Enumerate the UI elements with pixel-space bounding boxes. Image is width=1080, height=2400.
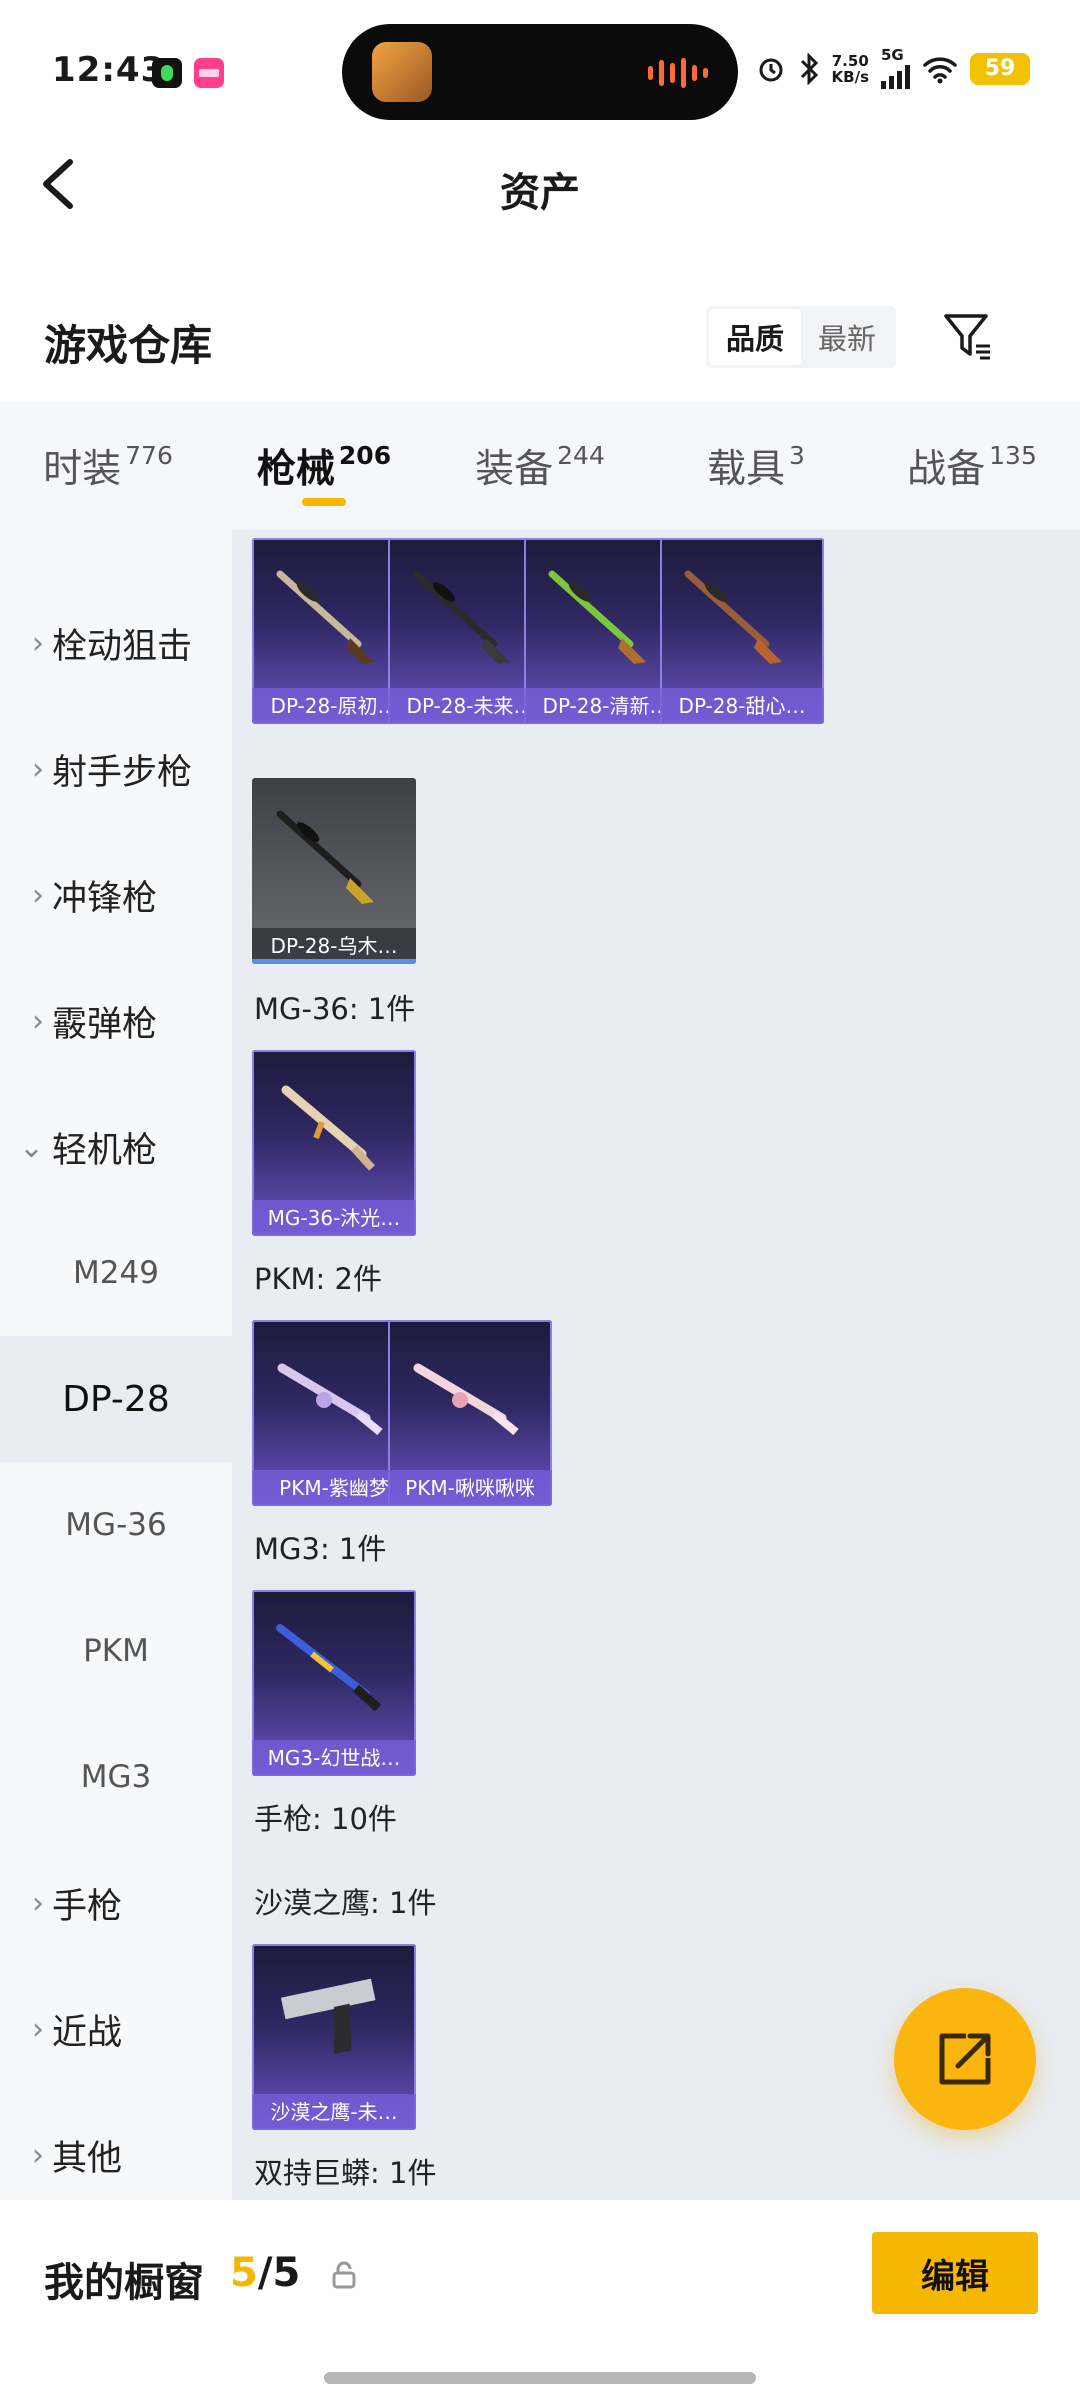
item-grid: DP-28-原初… DP-28-未来… DP-28-清新… DP-28-甜心… …: [232, 530, 1080, 2200]
sidebar-item-lmg[interactable]: ⌄ 轻机枪: [0, 1084, 232, 1210]
notification-app-icon: [194, 58, 224, 88]
showcase-count: 5/5: [230, 2250, 301, 2296]
group-label: MG3: 1件: [254, 1532, 387, 1566]
sidebar-item-melee[interactable]: › 近战: [0, 1966, 232, 2092]
weapon-card[interactable]: DP-28-乌木…: [252, 778, 416, 964]
sort-newest-button[interactable]: 最新: [801, 309, 893, 365]
warehouse-header: 游戏仓库 品质 最新: [0, 290, 1080, 390]
chevron-right-icon: ›: [32, 2137, 44, 2173]
lmg-weapon-icon: [276, 1624, 382, 1712]
chevron-right-icon: ›: [32, 1885, 44, 1921]
lmg-weapon-icon: [412, 570, 510, 664]
sidebar-subitem-dp28[interactable]: DP-28: [0, 1336, 232, 1462]
lmg-weapon-icon: [413, 1363, 519, 1436]
chevron-right-icon: ›: [32, 1003, 44, 1039]
status-time: 12:43: [52, 50, 166, 90]
weapon-card[interactable]: PKM-啾咪啾咪: [388, 1320, 552, 1506]
sidebar-subitem-mg3[interactable]: MG3: [0, 1714, 232, 1840]
group-label: PKM: 2件: [254, 1262, 382, 1296]
chevron-right-icon: ›: [32, 877, 44, 913]
showcase-title: 我的橱窗: [44, 2260, 204, 2306]
lmg-weapon-icon: [276, 810, 374, 904]
battery-indicator: 59: [970, 52, 1030, 85]
top-nav: 资产: [0, 140, 1080, 230]
tab-firearms[interactable]: 枪械 206: [216, 402, 432, 530]
weapon-card[interactable]: MG3-幻世战…: [252, 1590, 416, 1776]
notification-app-icon: [152, 58, 182, 88]
warehouse-title: 游戏仓库: [44, 321, 213, 370]
tab-vehicles[interactable]: 载具 3: [648, 402, 864, 530]
page-title: 资产: [500, 170, 580, 216]
sidebar-item-marksman[interactable]: › 射手步枪: [0, 706, 232, 832]
weapon-card[interactable]: DP-28-甜心…: [660, 538, 824, 724]
sort-toggle: 品质 最新: [706, 306, 896, 368]
audio-wave-icon: [648, 58, 708, 88]
chevron-right-icon: ›: [32, 2011, 44, 2047]
group-label: 双持巨蟒: 1件: [254, 2156, 437, 2190]
sort-quality-button[interactable]: 品质: [709, 309, 801, 365]
sidebar-item-pistol[interactable]: › 手枪: [0, 1840, 232, 1966]
lock-icon: [332, 2261, 356, 2289]
cellular-signal-icon: 5G: [881, 48, 910, 89]
weapon-card[interactable]: 沙漠之鹰-未…: [252, 1944, 416, 2130]
sidebar-subitem-pkm[interactable]: PKM: [0, 1588, 232, 1714]
lmg-weapon-icon: [281, 1085, 375, 1171]
sidebar-item-shotgun[interactable]: › 霰弹枪: [0, 958, 232, 1084]
sidebar-subitem-mg36[interactable]: MG-36: [0, 1462, 232, 1588]
alarm-icon: [759, 58, 783, 81]
group-label: 手枪: 10件: [254, 1802, 397, 1836]
group-label: 沙漠之鹰: 1件: [254, 1886, 437, 1920]
net-speed: 7.50 KB/s: [831, 51, 869, 86]
share-button[interactable]: [894, 1988, 1036, 2130]
lmg-weapon-icon: [277, 1363, 383, 1436]
category-tabs: 时装 776 枪械 206 装备 244 载具 3 战备 135: [0, 402, 1080, 530]
home-indicator[interactable]: [324, 2372, 756, 2384]
group-label: MG-36: 1件: [254, 992, 416, 1026]
tab-equipment[interactable]: 装备 244: [432, 402, 648, 530]
tab-supplies[interactable]: 战备 135: [864, 402, 1080, 530]
wifi-icon: [923, 56, 957, 83]
share-icon: [939, 2033, 991, 2085]
status-icons: 7.50 KB/s 5G 59: [756, 48, 1030, 89]
lmg-weapon-icon: [684, 570, 782, 664]
sidebar-item-bolt-sniper[interactable]: › 栓动狙击: [0, 580, 232, 706]
dynamic-island[interactable]: [342, 24, 738, 120]
pistol-weapon-icon: [280, 1978, 376, 2055]
weapon-type-sidebar: › 栓动狙击 › 射手步枪 › 冲锋枪 › 霰弹枪 ⌄ 轻机枪 M249 DP-28 MG…: [0, 530, 232, 2200]
chevron-down-icon: ⌄: [18, 1129, 44, 1165]
chevron-right-icon: ›: [32, 751, 44, 787]
media-thumbnail: [372, 42, 432, 102]
tab-fashion[interactable]: 时装 776: [0, 402, 216, 530]
lmg-weapon-icon: [276, 570, 374, 664]
sidebar-subitem-m249[interactable]: M249: [0, 1210, 232, 1336]
filter-button[interactable]: [940, 308, 996, 364]
filter-icon: [944, 314, 990, 360]
edit-button[interactable]: 编辑: [872, 2232, 1038, 2314]
bluetooth-icon: [800, 52, 818, 85]
sidebar-item-smg[interactable]: › 冲锋枪: [0, 832, 232, 958]
chevron-right-icon: ›: [32, 625, 44, 661]
status-bar: 12:43 7.50 KB/s 5G 59: [0, 0, 1080, 140]
showcase-bar: 我的橱窗 5/5 编辑: [0, 2200, 1080, 2400]
weapon-card[interactable]: MG-36-沐光…: [252, 1050, 416, 1236]
lmg-weapon-icon: [548, 570, 646, 664]
